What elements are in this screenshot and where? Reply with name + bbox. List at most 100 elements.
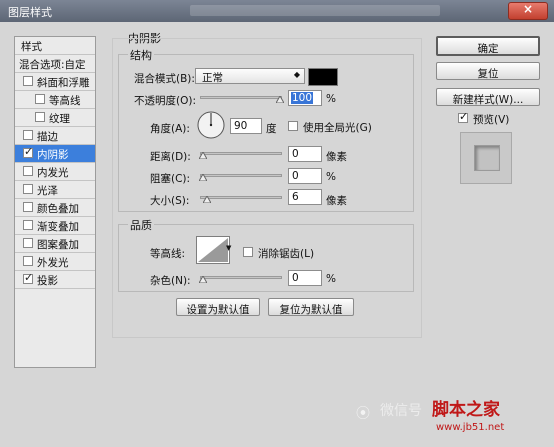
global-light-checkbox[interactable] <box>288 121 298 131</box>
reset-button[interactable]: 复位 <box>436 62 540 80</box>
choke-slider-track[interactable] <box>200 174 282 177</box>
sidebar-item-label: 颜色叠加 <box>37 203 79 215</box>
contour-label: 等高线: <box>150 248 186 260</box>
sidebar-item-label: 光泽 <box>37 185 58 197</box>
opacity-input[interactable]: 100 <box>288 90 322 106</box>
opacity-slider-thumb[interactable] <box>276 96 284 103</box>
sidebar-item-checkbox[interactable] <box>23 256 33 266</box>
close-icon: × <box>522 2 534 16</box>
close-button[interactable]: × <box>508 2 548 20</box>
sidebar-item-checkbox[interactable] <box>23 145 33 158</box>
preview-checkbox[interactable] <box>458 110 468 123</box>
sidebar-item-checkbox[interactable] <box>35 94 45 104</box>
sidebar-item-checkbox[interactable] <box>23 76 33 86</box>
contour-picker[interactable] <box>196 236 230 264</box>
watermark-brand: 脚本之家 <box>432 400 500 420</box>
size-unit: 像素 <box>326 195 347 207</box>
noise-slider-thumb[interactable] <box>199 276 207 283</box>
sidebar-item-label: 纹理 <box>49 113 70 125</box>
size-input[interactable]: 6 <box>288 189 322 205</box>
antialias-checkbox[interactable] <box>243 247 253 257</box>
sidebar-item-checkbox[interactable] <box>23 220 33 230</box>
wechat-icon: ⦿ <box>356 406 370 422</box>
style-preview-swatch <box>460 132 512 184</box>
watermark-url: www.jb51.net <box>436 422 505 433</box>
sidebar-item-3[interactable]: 描边 <box>15 127 95 145</box>
angle-label: 角度(A): <box>150 123 190 135</box>
blend-color-swatch[interactable] <box>308 68 338 86</box>
choke-slider-thumb[interactable] <box>199 174 207 181</box>
sidebar-item-label: 内阴影 <box>37 149 69 161</box>
blend-options-item[interactable]: 混合选项:自定 <box>15 55 95 73</box>
style-list: 样式 混合选项:自定 斜面和浮雕等高线纹理描边内阴影内发光光泽颜色叠加渐变叠加图… <box>14 36 96 368</box>
sidebar-item-5[interactable]: 内发光 <box>15 163 95 181</box>
angle-input[interactable]: 90 <box>230 118 262 134</box>
noise-input[interactable]: 0 <box>288 270 322 286</box>
style-list-header[interactable]: 样式 <box>15 37 95 55</box>
size-label: 大小(S): <box>150 195 190 207</box>
contour-arrow-icon[interactable]: ▼ <box>226 244 231 252</box>
sidebar-item-6[interactable]: 光泽 <box>15 181 95 199</box>
antialias-label: 消除锯齿(L) <box>258 248 315 260</box>
sidebar-item-checkbox[interactable] <box>35 112 45 122</box>
layer-style-dialog: 图层样式 × 样式 混合选项:自定 斜面和浮雕等高线纹理描边内阴影内发光光泽颜色… <box>0 0 554 447</box>
sidebar-item-label: 投影 <box>37 275 58 287</box>
noise-slider-track[interactable] <box>200 276 282 279</box>
sidebar-item-9[interactable]: 图案叠加 <box>15 235 95 253</box>
preview-label: 预览(V) <box>473 114 510 126</box>
sidebar-item-checkbox[interactable] <box>23 202 33 212</box>
sidebar-item-0[interactable]: 斜面和浮雕 <box>15 73 95 91</box>
title-bar[interactable]: 图层样式 × <box>0 0 554 22</box>
opacity-label: 不透明度(O): <box>134 95 196 107</box>
sidebar-item-label: 斜面和浮雕 <box>37 77 90 89</box>
choke-input[interactable]: 0 <box>288 168 322 184</box>
opacity-unit: % <box>326 93 336 105</box>
sidebar-item-label: 渐变叠加 <box>37 221 79 233</box>
sidebar-item-7[interactable]: 颜色叠加 <box>15 199 95 217</box>
sidebar-item-checkbox[interactable] <box>23 184 33 194</box>
set-default-button[interactable]: 设置为默认值 <box>176 298 260 316</box>
opacity-slider-track[interactable] <box>200 96 282 99</box>
sidebar-item-checkbox[interactable] <box>23 271 33 284</box>
sidebar-item-1[interactable]: 等高线 <box>15 91 95 109</box>
size-slider-track[interactable] <box>200 196 282 199</box>
distance-slider-track[interactable] <box>200 152 282 155</box>
sidebar-item-4[interactable]: 内阴影 <box>15 145 95 163</box>
blend-mode-select[interactable]: 正常 ◆ <box>195 68 305 84</box>
select-arrow-icon: ◆ <box>293 70 300 79</box>
title-bar-blur <box>190 5 440 16</box>
ok-button[interactable]: 确定 <box>436 36 540 56</box>
size-slider-thumb[interactable] <box>203 196 211 203</box>
distance-input[interactable]: 0 <box>288 146 322 162</box>
global-light-label: 使用全局光(G) <box>303 122 372 134</box>
sidebar-item-checkbox[interactable] <box>23 166 33 176</box>
sidebar-item-label: 内发光 <box>37 167 69 179</box>
sidebar-item-label: 等高线 <box>49 95 81 107</box>
quality-title: 品质 <box>128 217 154 233</box>
distance-slider-thumb[interactable] <box>199 152 207 159</box>
sidebar-item-11[interactable]: 投影 <box>15 271 95 289</box>
noise-label: 杂色(N): <box>150 275 191 287</box>
reset-default-button[interactable]: 复位为默认值 <box>268 298 354 316</box>
sidebar-item-checkbox[interactable] <box>23 238 33 248</box>
watermark-wechat: 微信号 <box>380 403 422 419</box>
sidebar-item-10[interactable]: 外发光 <box>15 253 95 271</box>
dialog-title: 图层样式 <box>8 6 52 19</box>
choke-label: 阻塞(C): <box>150 173 191 185</box>
new-style-button[interactable]: 新建样式(W)... <box>436 88 540 106</box>
sidebar-item-8[interactable]: 渐变叠加 <box>15 217 95 235</box>
sidebar-item-label: 描边 <box>37 131 58 143</box>
angle-unit: 度 <box>266 123 277 135</box>
distance-label: 距离(D): <box>150 151 191 163</box>
blend-mode-label: 混合模式(B): <box>134 73 195 85</box>
angle-dial[interactable] <box>196 110 226 140</box>
sidebar-item-label: 外发光 <box>37 257 69 269</box>
choke-unit: % <box>326 171 336 183</box>
noise-unit: % <box>326 273 336 285</box>
distance-unit: 像素 <box>326 151 347 163</box>
structure-title: 结构 <box>128 47 154 63</box>
preview-inner-square <box>474 145 500 171</box>
sidebar-item-label: 图案叠加 <box>37 239 79 251</box>
sidebar-item-checkbox[interactable] <box>23 130 33 140</box>
sidebar-item-2[interactable]: 纹理 <box>15 109 95 127</box>
